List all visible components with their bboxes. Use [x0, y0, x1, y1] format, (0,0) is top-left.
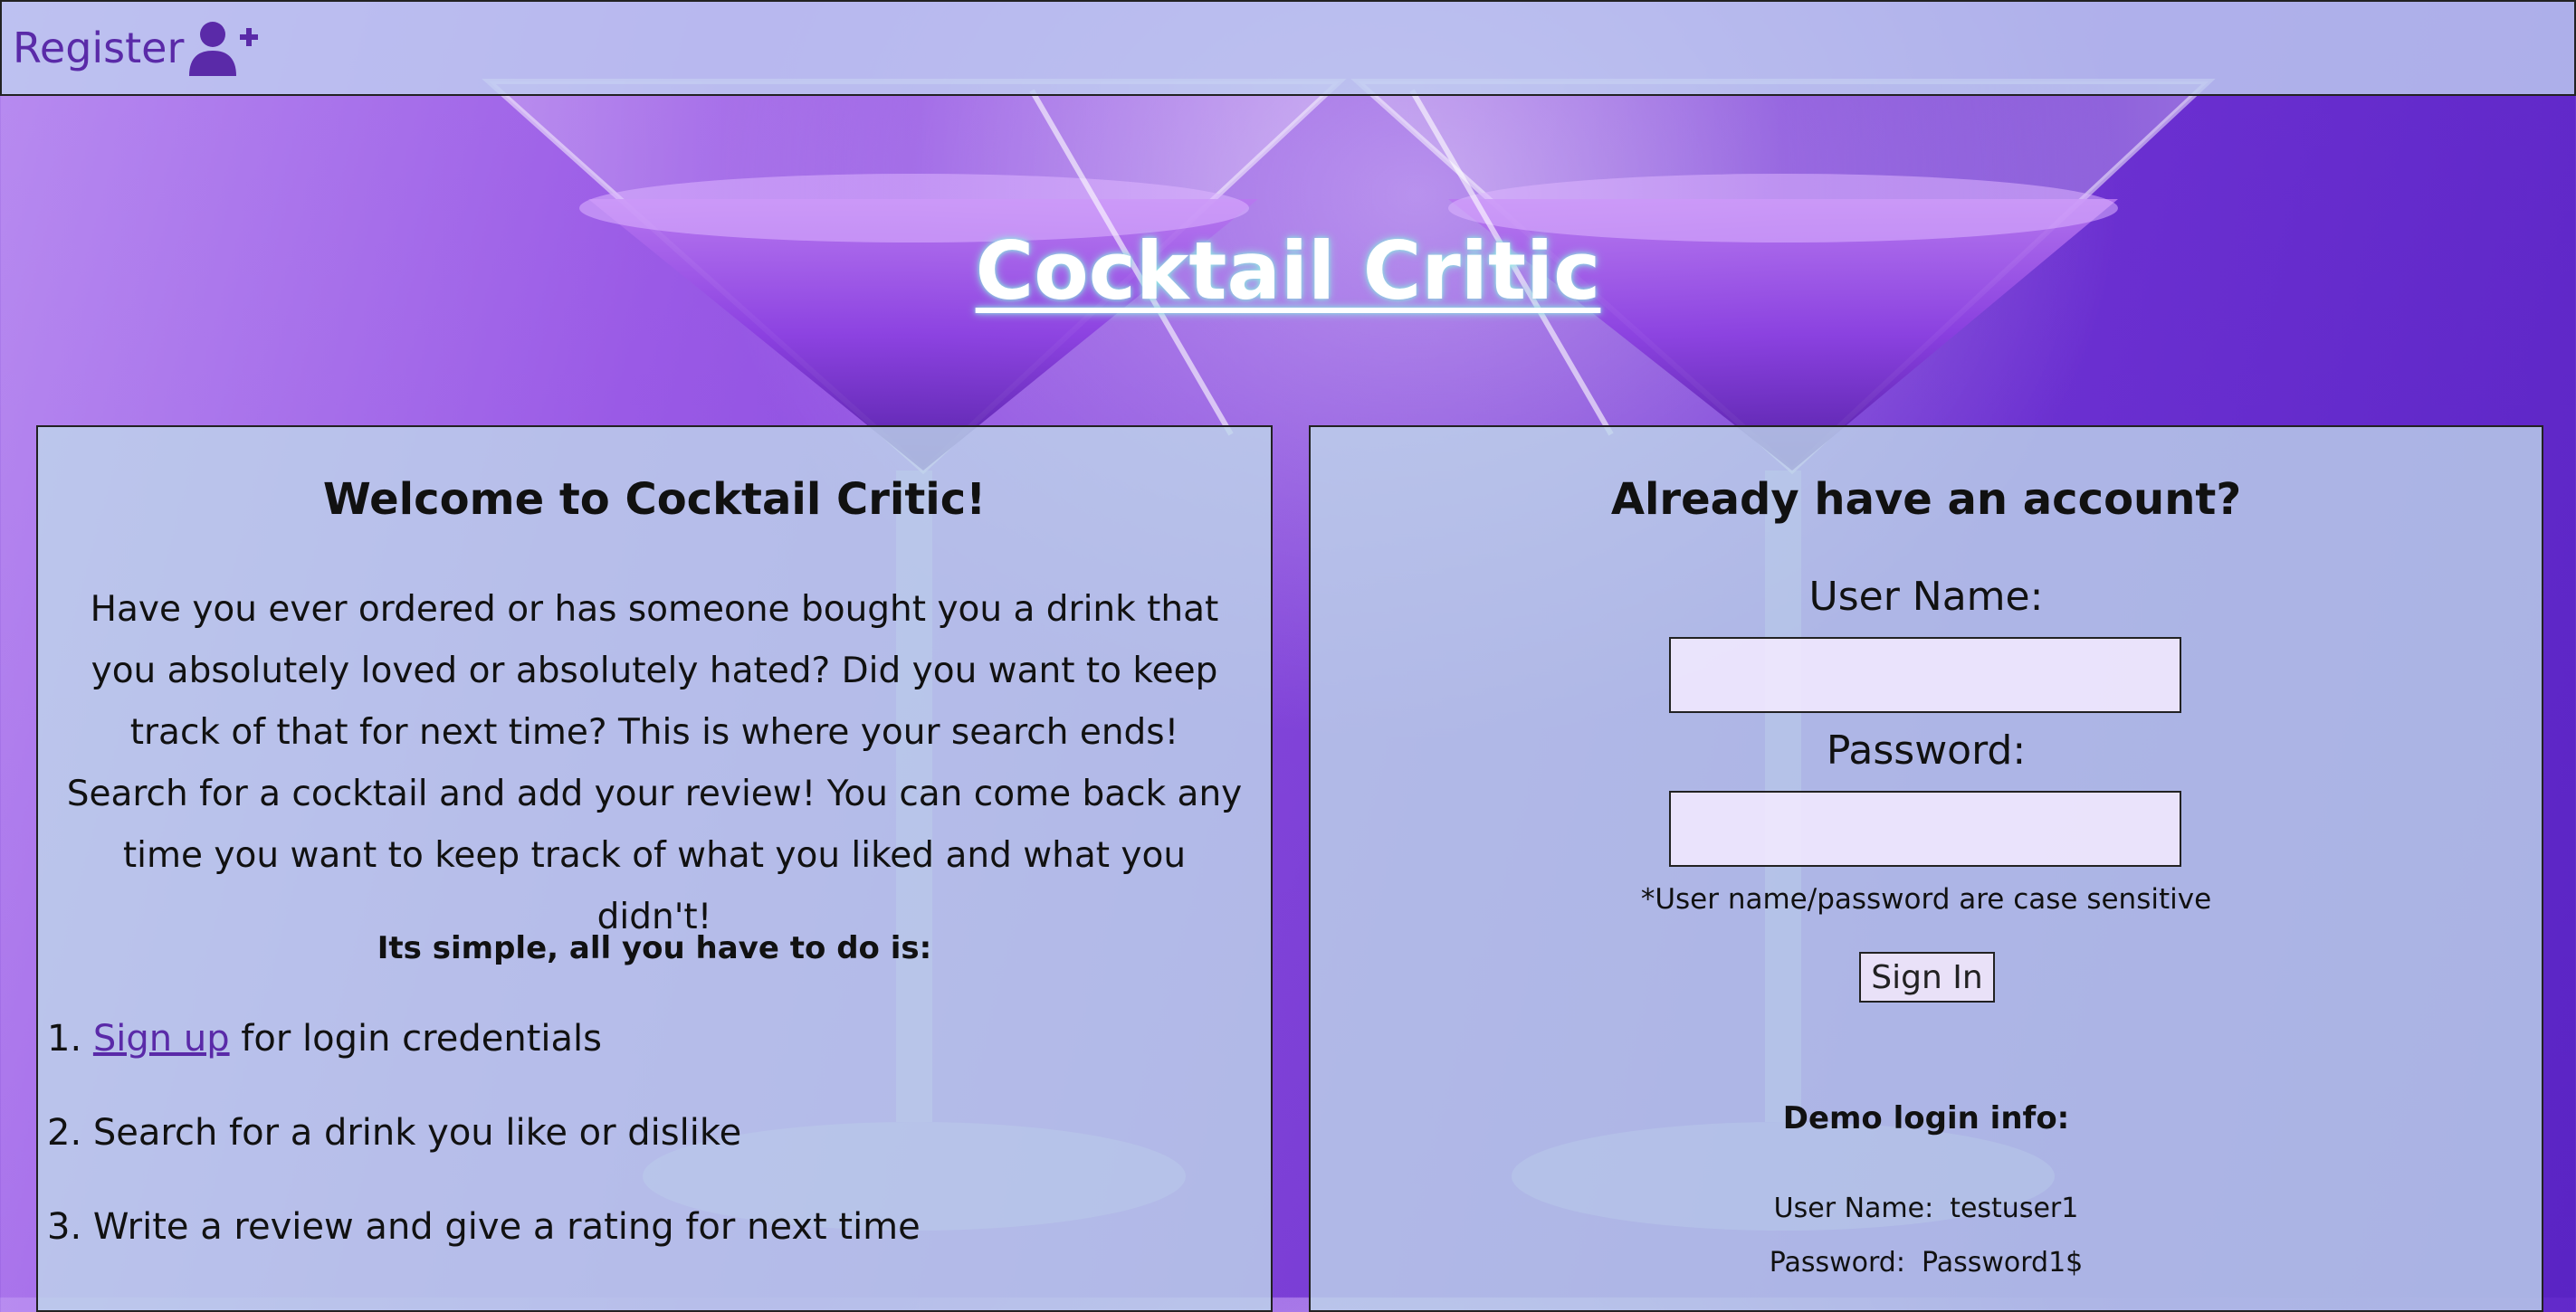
demo-login-heading: Demo login info: [1782, 1100, 2070, 1136]
step-text: for login credentials [229, 1018, 602, 1060]
sign-in-button[interactable]: Sign In [1859, 952, 1995, 1003]
demo-username-value: testuser1 [1950, 1193, 2079, 1224]
demo-password-row: Password: Password1$ [1311, 1247, 2542, 1279]
case-sensitive-note: *User name/password are case sensitive [1640, 883, 2212, 916]
register-label: Register [13, 24, 185, 72]
step-item: 2. Search for a drink you like or dislik… [47, 1109, 921, 1203]
password-label: Password: [1826, 727, 2027, 774]
user-plus-icon [186, 18, 262, 78]
step-number: 2. [47, 1112, 82, 1154]
sign-up-link[interactable]: Sign up [93, 1018, 230, 1060]
page-title[interactable]: Cocktail Critic [0, 222, 2576, 321]
login-heading: Already have an account? [1610, 474, 2242, 525]
step-item: 3. Write a review and give a rating for … [47, 1203, 921, 1298]
step-text: Write a review and give a rating for nex… [81, 1206, 921, 1248]
step-text: Search for a drink you like or dislike [81, 1112, 742, 1154]
demo-username-row: User Name: testuser1 [1311, 1193, 2542, 1224]
steps-list: 1. Sign up for login credentials 2. Sear… [47, 1015, 921, 1298]
welcome-panel: Welcome to Cocktail Critic! Have you eve… [36, 425, 1273, 1312]
password-input[interactable] [1669, 791, 2181, 867]
register-link[interactable]: Register [13, 18, 262, 78]
step-item: 1. Sign up for login credentials [47, 1015, 921, 1109]
welcome-heading: Welcome to Cocktail Critic! [322, 474, 987, 525]
demo-username-label: User Name: [1773, 1193, 1934, 1224]
demo-password-value: Password1$ [1921, 1247, 2084, 1279]
step-number: 3. [47, 1206, 82, 1248]
step-number: 1. [47, 1018, 82, 1060]
top-navbar: Register [0, 0, 2576, 96]
username-input[interactable] [1669, 637, 2181, 713]
demo-password-label: Password: [1769, 1247, 1905, 1279]
intro-text: Have you ever ordered or has someone bou… [66, 589, 1243, 937]
username-label: User Name: [1808, 574, 2044, 620]
login-panel: Already have an account? User Name: Pass… [1309, 425, 2543, 1312]
steps-heading: Its simple, all you have to do is: [377, 930, 932, 966]
